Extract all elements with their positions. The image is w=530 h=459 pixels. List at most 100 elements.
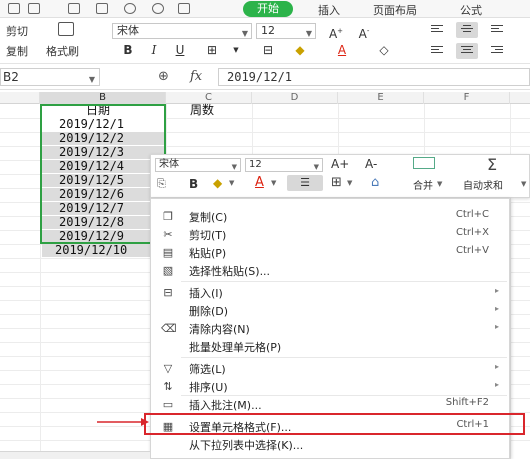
menu-item-label: 清除内容(N)	[189, 323, 250, 336]
menu-item-delete[interactable]: 删除(D) ▸	[151, 301, 509, 319]
cell-b6[interactable]: 2019/12/5	[42, 174, 164, 187]
font-name-select[interactable]: 宋体 ▼	[112, 23, 252, 39]
cut-button[interactable]: 剪切	[6, 23, 28, 39]
chevron-down-icon[interactable]: ▼	[271, 179, 276, 187]
tab-page-layout[interactable]: 页面布局	[373, 2, 417, 18]
align-right-button[interactable]	[486, 43, 508, 59]
grow-font-icon[interactable]: A+	[328, 23, 344, 41]
formula-input[interactable]: 2019/12/1	[218, 68, 530, 86]
menu-item-shortcut: Shift+F2	[445, 397, 489, 408]
mini-font-name-select[interactable]: 宋体 ▼	[155, 158, 241, 172]
tab-insert[interactable]: 插入	[318, 2, 340, 18]
formula-bar: B2 ▼ ⊕ fx 2019/12/1	[0, 64, 530, 90]
redo-icon[interactable]	[152, 3, 164, 14]
name-box-value: B2	[3, 70, 19, 84]
column-f-header[interactable]: F	[424, 92, 510, 104]
merge-icon[interactable]	[413, 157, 435, 169]
print-icon[interactable]	[68, 3, 80, 14]
menu-item-insert-comment[interactable]: ▭ 插入批注(M)... Shift+F2	[151, 395, 509, 413]
cell-b7[interactable]: 2019/12/6	[42, 188, 164, 201]
cell-b11[interactable]: 2019/12/10	[42, 244, 164, 257]
cell-b3[interactable]: 2019/12/2	[42, 132, 164, 145]
menu-item-copy[interactable]: ❐ 复制(C) Ctrl+C	[151, 207, 509, 225]
chevron-down-icon[interactable]: ▼	[228, 42, 244, 58]
sum-icon[interactable]: Σ	[487, 155, 497, 174]
menu-item-format-cells[interactable]: ▦ 设置单元格格式(F)... Ctrl+1	[151, 417, 509, 435]
chevron-down-icon: ▼	[88, 75, 95, 84]
cell-c1[interactable]: 周数	[190, 104, 214, 117]
eraser-icon: ⌫	[161, 322, 177, 335]
tab-formulas[interactable]: 公式	[460, 2, 482, 18]
menu-item-pick-from-list[interactable]: 从下拉列表中选择(K)...	[151, 435, 509, 453]
eraser-icon[interactable]: ⌂	[371, 175, 379, 190]
cell-b4[interactable]: 2019/12/3	[42, 146, 164, 159]
menu-item-clear-contents[interactable]: ⌫ 清除内容(N) ▸	[151, 319, 509, 337]
cell-b10[interactable]: 2019/12/9	[42, 230, 164, 243]
fill-color-icon[interactable]: ◆	[213, 176, 222, 190]
format-painter-icon[interactable]: ⎘	[157, 177, 166, 191]
menu-item-paste[interactable]: ▤ 粘贴(P) Ctrl+V	[151, 243, 509, 261]
paint-brush-icon[interactable]	[58, 22, 74, 36]
bold-icon[interactable]: B	[120, 42, 136, 58]
cell-b5[interactable]: 2019/12/4	[42, 160, 164, 173]
corner-cell[interactable]	[0, 92, 40, 104]
menu-item-label: 粘贴(P)	[189, 247, 227, 260]
format-painter-button[interactable]: 格式刷	[46, 43, 79, 59]
clear-format-icon[interactable]: ◇	[376, 42, 392, 58]
align-middle-button[interactable]	[456, 22, 478, 38]
align-middle-icon	[461, 25, 473, 34]
mini-shrink-font-button[interactable]: A-	[365, 157, 377, 171]
mini-merge-button[interactable]: 合并	[413, 177, 433, 192]
align-top-button[interactable]	[426, 22, 448, 38]
print-preview-icon[interactable]	[96, 3, 108, 14]
column-d-header[interactable]: D	[252, 92, 338, 104]
align-button[interactable]: ☰	[287, 175, 323, 191]
align-left-button[interactable]	[426, 43, 448, 59]
menu-item-sort[interactable]: ⇅ 排序(U) ▸	[151, 377, 509, 395]
mini-font-size-select[interactable]: 12 ▼	[245, 158, 323, 172]
border-icon[interactable]: ⊞	[204, 42, 220, 58]
context-menu: ❐ 复制(C) Ctrl+C ✂ 剪切(T) Ctrl+X ▤ 粘贴(P) Ct…	[150, 198, 510, 459]
font-size-select[interactable]: 12 ▼	[256, 23, 316, 39]
save-icon[interactable]	[28, 3, 40, 14]
file-icon[interactable]	[8, 3, 20, 14]
mini-autosum-button[interactable]: 自动求和	[463, 177, 503, 192]
chevron-down-icon[interactable]: ▼	[347, 179, 352, 187]
italic-icon[interactable]: I	[146, 42, 162, 58]
cell-b9[interactable]: 2019/12/8	[42, 216, 164, 229]
menu-item-cut[interactable]: ✂ 剪切(T) Ctrl+X	[151, 225, 509, 243]
chevron-down-icon[interactable]: ▼	[521, 180, 526, 188]
customize-icon[interactable]	[178, 3, 190, 14]
copy-button[interactable]: 复制	[6, 43, 28, 59]
menu-item-paste-special[interactable]: ▧ 选择性粘贴(S)...	[151, 261, 509, 279]
fill-color-icon[interactable]: ◆	[292, 42, 308, 58]
scissors-icon: ✂	[163, 228, 173, 241]
border-icon[interactable]: ⊞	[331, 175, 342, 190]
menu-item-batch-process[interactable]: 批量处理单元格(P)	[151, 337, 509, 355]
tab-bar: 开始 插入 页面布局 公式	[0, 0, 530, 18]
mini-bold-button[interactable]: B	[189, 177, 198, 191]
menu-item-filter[interactable]: ▽ 筛选(L) ▸	[151, 359, 509, 377]
tab-home[interactable]: 开始	[243, 1, 293, 17]
cell-b2[interactable]: 2019/12/1	[42, 118, 164, 131]
zoom-icon[interactable]: ⊕	[158, 69, 169, 84]
chevron-down-icon[interactable]: ▼	[437, 180, 442, 188]
cell-b1[interactable]: 日期	[86, 104, 110, 117]
font-color-icon[interactable]: A	[334, 42, 350, 58]
underline-icon[interactable]: U	[172, 42, 188, 58]
menu-item-insert[interactable]: ⊟ 插入(I) ▸	[151, 283, 509, 301]
name-box[interactable]: B2 ▼	[0, 68, 100, 86]
menu-item-label: 删除(D)	[189, 305, 229, 318]
fx-label[interactable]: fx	[190, 69, 202, 84]
column-header: B C D E F	[0, 92, 530, 104]
mini-grow-font-button[interactable]: A+	[331, 157, 349, 171]
merge-icon[interactable]: ⊟	[260, 42, 276, 58]
column-e-header[interactable]: E	[338, 92, 424, 104]
shrink-font-icon[interactable]: A-	[356, 23, 372, 41]
cell-b8[interactable]: 2019/12/7	[42, 202, 164, 215]
align-center-button[interactable]	[456, 43, 478, 59]
font-color-icon[interactable]: A	[255, 175, 264, 190]
chevron-down-icon[interactable]: ▼	[229, 179, 234, 187]
align-bottom-button[interactable]	[486, 22, 508, 38]
undo-icon[interactable]	[124, 3, 136, 14]
